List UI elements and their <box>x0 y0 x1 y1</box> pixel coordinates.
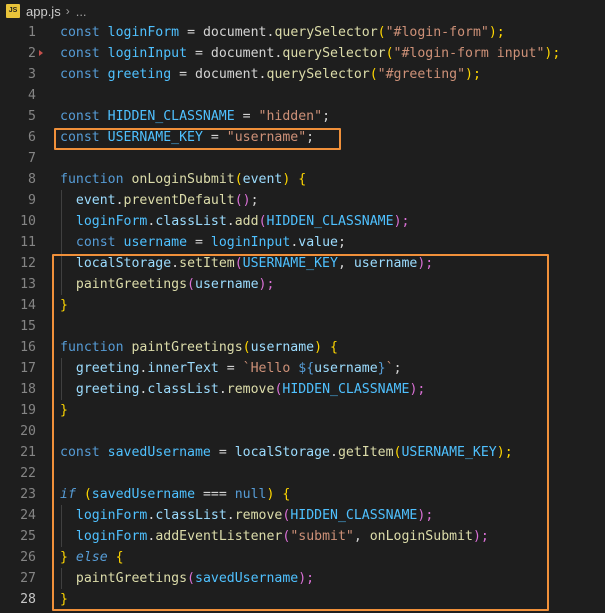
code-area[interactable]: 1 const loginForm = document.querySelect… <box>0 22 605 610</box>
line-number: 27 <box>20 571 36 586</box>
line-number: 9 <box>28 193 36 208</box>
line-number: 1 <box>28 25 36 40</box>
breadcrumb: JS app.js › ... <box>0 0 605 22</box>
breadcrumb-more[interactable]: ... <box>76 1 87 22</box>
line-number: 13 <box>20 277 36 292</box>
code-line[interactable]: 18 greeting.classList.remove(HIDDEN_CLAS… <box>0 379 605 400</box>
code-text: if (savedUsername === null) { <box>60 487 291 502</box>
chevron-right-icon: › <box>65 3 70 18</box>
code-text: const HIDDEN_CLASSNAME = "hidden"; <box>60 109 331 124</box>
code-text: } <box>60 298 68 313</box>
line-number: 24 <box>20 508 36 523</box>
line-number: 5 <box>28 109 36 124</box>
code-text: function paintGreetings(username) { <box>60 340 338 355</box>
code-line[interactable]: 3 const greeting = document.querySelecto… <box>0 64 605 85</box>
code-text: function onLoginSubmit(event) { <box>60 172 307 187</box>
line-number: 4 <box>28 88 36 103</box>
code-text: const greeting = document.querySelector(… <box>60 67 481 82</box>
code-text: paintGreetings(username); <box>75 277 275 292</box>
code-line[interactable]: 8 function onLoginSubmit(event) { <box>0 169 605 190</box>
code-editor[interactable]: JS app.js › ... 1 const loginForm = docu… <box>0 0 605 613</box>
line-number: 2 <box>28 46 36 61</box>
code-line[interactable]: 4 <box>0 85 605 106</box>
code-line[interactable]: 25 loginForm.addEventListener("submit", … <box>0 526 605 547</box>
code-line[interactable]: 26 } else { <box>0 547 605 568</box>
code-line[interactable]: 28 } <box>0 589 605 610</box>
breadcrumb-file-name[interactable]: app.js <box>26 1 61 22</box>
code-line[interactable]: 14 } <box>0 295 605 316</box>
code-line[interactable]: 2 const loginInput = document.querySelec… <box>0 43 605 64</box>
code-text: const username = loginInput.value; <box>75 235 346 250</box>
code-line[interactable]: 15 <box>0 316 605 337</box>
line-number: 28 <box>20 592 36 607</box>
code-text: } <box>60 592 68 607</box>
modified-marker-icon <box>39 50 43 56</box>
line-number: 6 <box>28 130 36 145</box>
code-text: loginForm.classList.remove(HIDDEN_CLASSN… <box>75 508 434 523</box>
line-number: 26 <box>20 550 36 565</box>
code-line[interactable]: 10 loginForm.classList.add(HIDDEN_CLASSN… <box>0 211 605 232</box>
line-number: 14 <box>20 298 36 313</box>
code-text: paintGreetings(savedUsername); <box>75 571 315 586</box>
line-number: 21 <box>20 445 36 460</box>
javascript-file-icon: JS <box>6 4 20 18</box>
code-line[interactable]: 6 const USERNAME_KEY = "username"; <box>0 127 605 148</box>
line-number: 17 <box>20 361 36 376</box>
code-text: } <box>60 403 68 418</box>
line-number: 10 <box>20 214 36 229</box>
line-number: 20 <box>20 424 36 439</box>
code-line[interactable]: 13 paintGreetings(username); <box>0 274 605 295</box>
line-number: 12 <box>20 256 36 271</box>
line-number: 25 <box>20 529 36 544</box>
code-text: const USERNAME_KEY = "username"; <box>60 130 315 145</box>
line-number: 19 <box>20 403 36 418</box>
code-line[interactable]: 27 paintGreetings(savedUsername); <box>0 568 605 589</box>
code-line[interactable]: 19 } <box>0 400 605 421</box>
code-text: const loginForm = document.querySelector… <box>60 25 505 40</box>
line-number: 15 <box>20 319 36 334</box>
code-line[interactable]: 17 greeting.innerText = `Hello ${usernam… <box>0 358 605 379</box>
code-line[interactable]: 24 loginForm.classList.remove(HIDDEN_CLA… <box>0 505 605 526</box>
code-text: event.preventDefault(); <box>75 193 259 208</box>
line-number: 8 <box>28 172 36 187</box>
line-number: 22 <box>20 466 36 481</box>
code-line[interactable]: 21 const savedUsername = localStorage.ge… <box>0 442 605 463</box>
code-line[interactable]: 5 const HIDDEN_CLASSNAME = "hidden"; <box>0 106 605 127</box>
code-line[interactable]: 22 <box>0 463 605 484</box>
code-line[interactable]: 7 <box>0 148 605 169</box>
code-text: greeting.classList.remove(HIDDEN_CLASSNA… <box>75 382 426 397</box>
code-line[interactable]: 16 function paintGreetings(username) { <box>0 337 605 358</box>
line-number: 23 <box>20 487 36 502</box>
code-text: } else { <box>60 550 124 565</box>
code-text: greeting.innerText = `Hello ${username}`… <box>75 361 402 376</box>
code-line[interactable]: 9 event.preventDefault(); <box>0 190 605 211</box>
code-text: const loginInput = document.querySelecto… <box>60 46 561 61</box>
code-text: const savedUsername = localStorage.getIt… <box>60 445 513 460</box>
code-line[interactable]: 12 localStorage.setItem(USERNAME_KEY, us… <box>0 253 605 274</box>
code-line[interactable]: 11 const username = loginInput.value; <box>0 232 605 253</box>
code-text: loginForm.addEventListener("submit", onL… <box>75 529 489 544</box>
code-text: localStorage.setItem(USERNAME_KEY, usern… <box>75 256 434 271</box>
line-number: 16 <box>20 340 36 355</box>
code-line[interactable]: 20 <box>0 421 605 442</box>
line-number: 18 <box>20 382 36 397</box>
line-number: 11 <box>20 235 36 250</box>
line-number: 3 <box>28 67 36 82</box>
line-number: 7 <box>28 151 36 166</box>
code-line[interactable]: 23 if (savedUsername === null) { <box>0 484 605 505</box>
code-text: loginForm.classList.add(HIDDEN_CLASSNAME… <box>75 214 410 229</box>
code-line[interactable]: 1 const loginForm = document.querySelect… <box>0 22 605 43</box>
